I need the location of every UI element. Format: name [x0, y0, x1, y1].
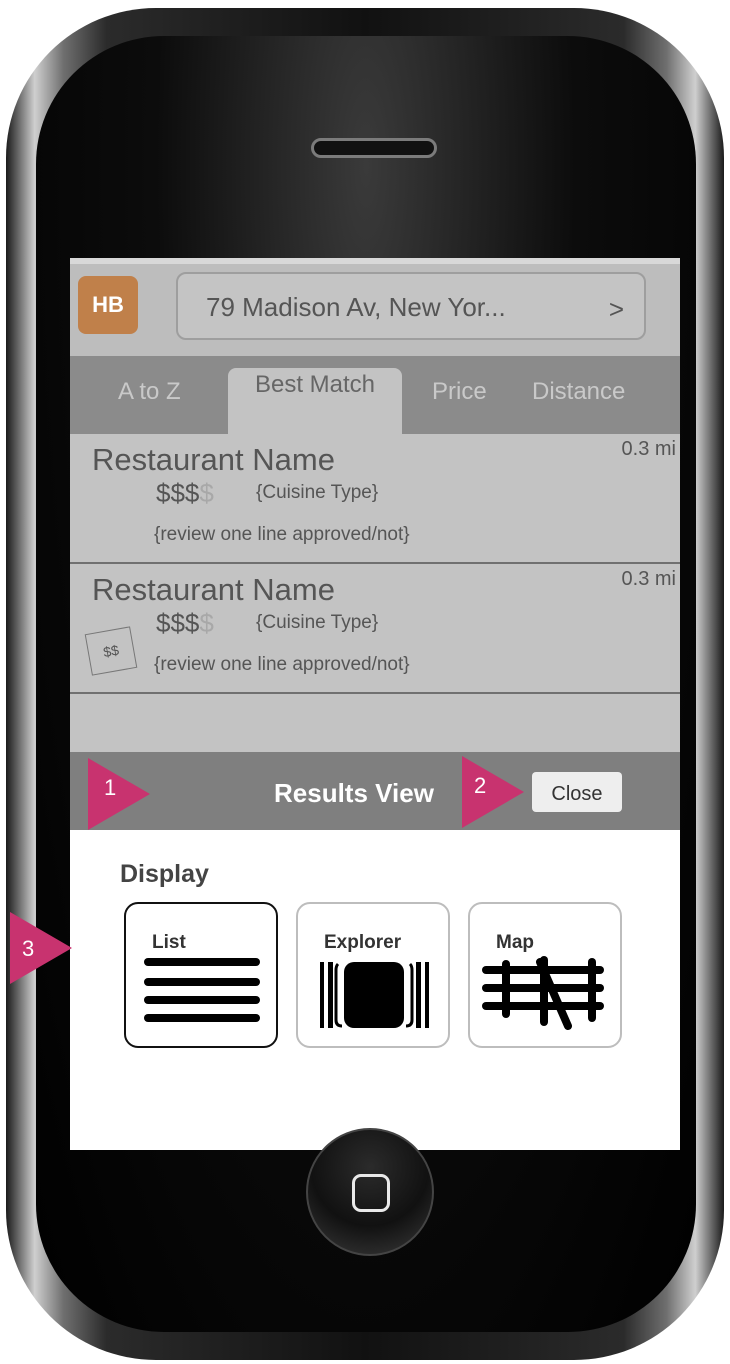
price-filled: $$$ [156, 608, 200, 638]
location-header: HB 79 Madison Av, New Yor... > [70, 264, 680, 358]
distance-label: 0.3 mi [621, 568, 676, 590]
home-square-icon [352, 1174, 390, 1212]
results-view-panel: Display List Explorer Map [70, 830, 680, 1150]
cuisine-type: {Cuisine Type} [256, 612, 379, 633]
review-summary: {review one line approved/not} [154, 524, 410, 545]
restaurant-name: Restaurant Name [92, 572, 335, 607]
price-empty: $ [199, 478, 214, 508]
annotation-marker-1 [88, 758, 150, 830]
tab-distance[interactable]: Distance [532, 378, 625, 406]
explorer-view-button[interactable]: Explorer [296, 902, 450, 1048]
tab-a-to-z[interactable]: A to Z [118, 378, 181, 406]
earpiece-speaker [311, 138, 437, 158]
results-view-header: Results View Close [70, 752, 680, 830]
sort-tabs: A to Z Best Match Price Distance [70, 356, 680, 434]
tab-best-match[interactable]: Best Match [228, 368, 402, 434]
annotation-number: 2 [474, 773, 487, 798]
annotation-marker-2 [462, 756, 524, 828]
list-item[interactable]: Restaurant Name 0.3 mi $$$$ {Cuisine Typ… [70, 564, 680, 694]
address-text: 79 Madison Av, New Yor... [206, 292, 506, 322]
address-field[interactable]: 79 Madison Av, New Yor... > [176, 272, 646, 340]
app-logo[interactable]: HB [78, 276, 138, 334]
deal-badge: $$ [84, 626, 138, 676]
price-rating: $$$$ [156, 478, 214, 509]
results-view-title: Results View [274, 778, 434, 808]
close-button[interactable]: Close [532, 772, 622, 812]
map-icon [482, 956, 604, 1030]
list-icon [144, 958, 260, 1022]
list-view-button[interactable]: List [124, 902, 278, 1048]
home-button[interactable] [306, 1128, 434, 1256]
annotation-marker-3 [10, 912, 72, 984]
distance-label: 0.3 mi [621, 438, 676, 460]
annotation-number: 3 [22, 936, 35, 961]
display-heading: Display [120, 860, 209, 888]
chevron-right-icon: > [608, 294, 624, 324]
app-screen: HB 79 Madison Av, New Yor... > A to Z Be… [70, 258, 680, 1150]
price-filled: $$$ [156, 478, 200, 508]
price-rating: $$$$ [156, 608, 214, 639]
map-view-button[interactable]: Map [468, 902, 622, 1048]
tab-price[interactable]: Price [432, 378, 487, 406]
annotation-number: 1 [104, 775, 117, 800]
price-empty: $ [199, 608, 214, 638]
explorer-icon [320, 962, 429, 1028]
review-summary: {review one line approved/not} [154, 654, 410, 675]
restaurant-name: Restaurant Name [92, 442, 335, 477]
list-item-empty [70, 698, 680, 756]
cuisine-type: {Cuisine Type} [256, 482, 379, 503]
list-item[interactable]: Restaurant Name 0.3 mi $$$$ {Cuisine Typ… [70, 434, 680, 564]
